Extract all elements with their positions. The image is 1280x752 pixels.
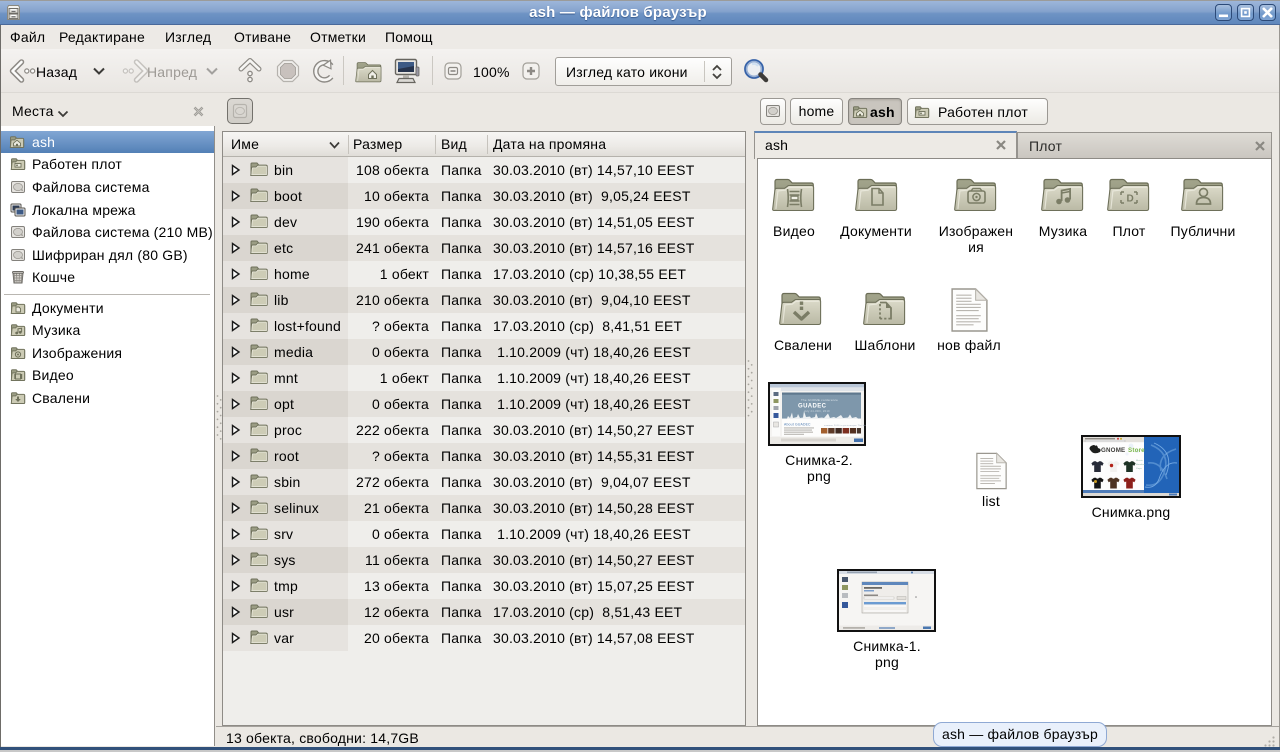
svg-text:D: D: [1127, 194, 1134, 205]
svg-text:The GNOME conference: The GNOME conference: [801, 398, 838, 402]
svg-text:July 24-30th, 2010: July 24-30th, 2010: [804, 409, 830, 413]
svg-text:Shirts: Shirts: [1136, 459, 1143, 462]
svg-text:Store: Store: [1128, 447, 1145, 454]
svg-text:summer 2010 in picturesque The: summer 2010 in picturesque The Hague: [824, 424, 866, 427]
svg-text:Hoodies: Hoodies: [1136, 464, 1146, 466]
svg-text:GUADEC: GUADEC: [798, 404, 827, 410]
svg-text:GNOME: GNOME: [1101, 447, 1125, 454]
svg-text:About GUADEC: About GUADEC: [784, 423, 811, 427]
svg-text:Caps: Caps: [1136, 468, 1143, 470]
